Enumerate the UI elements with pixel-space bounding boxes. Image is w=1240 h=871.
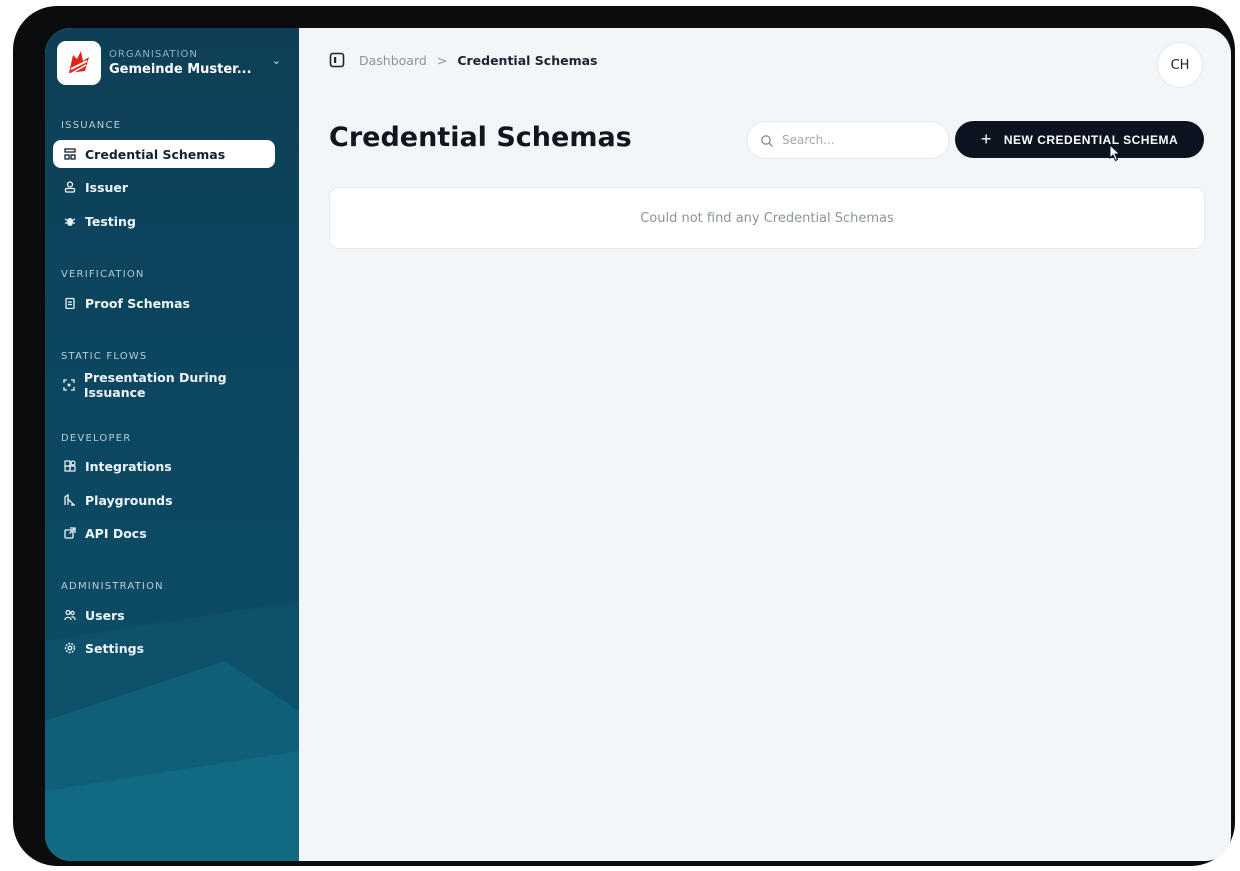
sidebar-item-playgrounds[interactable]: Playgrounds <box>53 486 275 514</box>
schema-list-icon <box>63 147 77 161</box>
sidebar-item-api-docs[interactable]: API Docs <box>53 519 275 547</box>
sidebar-item-label: Integrations <box>85 458 172 474</box>
page-title: Credential Schemas <box>329 122 632 153</box>
mouse-cursor-icon <box>1109 144 1121 162</box>
section-developer: DEVELOPER <box>61 433 132 444</box>
sidebar-item-label: Proof Schemas <box>85 295 190 311</box>
section-issuance: ISSUANCE <box>61 120 122 131</box>
sidebar-item-testing[interactable]: Testing <box>53 207 275 235</box>
app-screen: ORGANISATION Gemeinde Muster... ⌄ ISSUAN… <box>45 28 1231 861</box>
sidebar-item-proof-schemas[interactable]: Proof Schemas <box>53 289 275 317</box>
user-stamp-icon <box>63 180 77 194</box>
sidebar-item-users[interactable]: Users <box>53 601 275 629</box>
breadcrumb-dashboard[interactable]: Dashboard <box>359 53 427 68</box>
section-administration: ADMINISTRATION <box>61 581 164 592</box>
sidebar-item-label: Testing <box>85 213 136 229</box>
sidebar-item-label: Settings <box>85 640 145 656</box>
sidebar-item-label: Presentation During Issuance <box>83 370 227 400</box>
sidebar-item-label: API Docs <box>85 525 147 541</box>
external-link-icon <box>63 526 77 540</box>
main-content: Dashboard > Credential Schemas CH Creden… <box>299 28 1231 861</box>
sidebar-item-credential-schemas[interactable]: Credential Schemas <box>53 140 275 168</box>
clipboard-icon <box>63 296 77 310</box>
plus-icon: + <box>980 129 992 149</box>
empty-state: Could not find any Credential Schemas <box>329 187 1205 249</box>
search-icon <box>760 133 774 147</box>
organisation-name: Gemeinde Muster... <box>109 62 252 77</box>
organisation-logo <box>57 41 101 85</box>
sidebar-item-integrations[interactable]: Integrations <box>53 452 275 480</box>
breadcrumb-separator: > <box>436 52 448 68</box>
gear-icon <box>63 641 77 655</box>
section-verification: VERIFICATION <box>61 269 145 280</box>
bug-icon <box>63 214 77 228</box>
section-static-flows: STATIC FLOWS <box>61 351 148 362</box>
new-credential-schema-button[interactable]: + NEW CREDENTIAL SCHEMA <box>955 121 1204 158</box>
user-avatar[interactable]: CH <box>1157 42 1203 88</box>
integrations-icon <box>63 459 77 473</box>
organisation-caption: ORGANISATION <box>109 49 198 60</box>
playground-icon <box>63 493 77 507</box>
sidebar-item-label: Users <box>85 607 125 623</box>
scan-icon <box>63 378 76 392</box>
sidebar-toggle-icon[interactable] <box>329 52 345 68</box>
search-input[interactable] <box>780 132 944 148</box>
sidebar-item-label: Credential Schemas <box>85 146 226 162</box>
breadcrumb-current: Credential Schemas <box>457 52 598 68</box>
users-icon <box>63 608 77 622</box>
chevron-down-icon[interactable]: ⌄ <box>272 54 281 67</box>
new-credential-schema-label: NEW CREDENTIAL SCHEMA <box>1003 132 1179 147</box>
sidebar-item-presentation-during-issuance[interactable]: Presentation During Issuance <box>53 370 275 400</box>
device-frame: ORGANISATION Gemeinde Muster... ⌄ ISSUAN… <box>13 6 1235 866</box>
breadcrumb: Dashboard > Credential Schemas <box>329 52 597 68</box>
organisation-switcher[interactable]: ORGANISATION Gemeinde Muster... ⌄ <box>57 38 283 88</box>
sidebar-item-settings[interactable]: Settings <box>53 634 275 662</box>
sidebar-item-label: Issuer <box>85 179 129 195</box>
search-box[interactable] <box>747 121 949 159</box>
sidebar-item-issuer[interactable]: Issuer <box>53 173 275 201</box>
sidebar: ORGANISATION Gemeinde Muster... ⌄ ISSUAN… <box>45 28 299 861</box>
sidebar-item-label: Playgrounds <box>85 492 173 508</box>
